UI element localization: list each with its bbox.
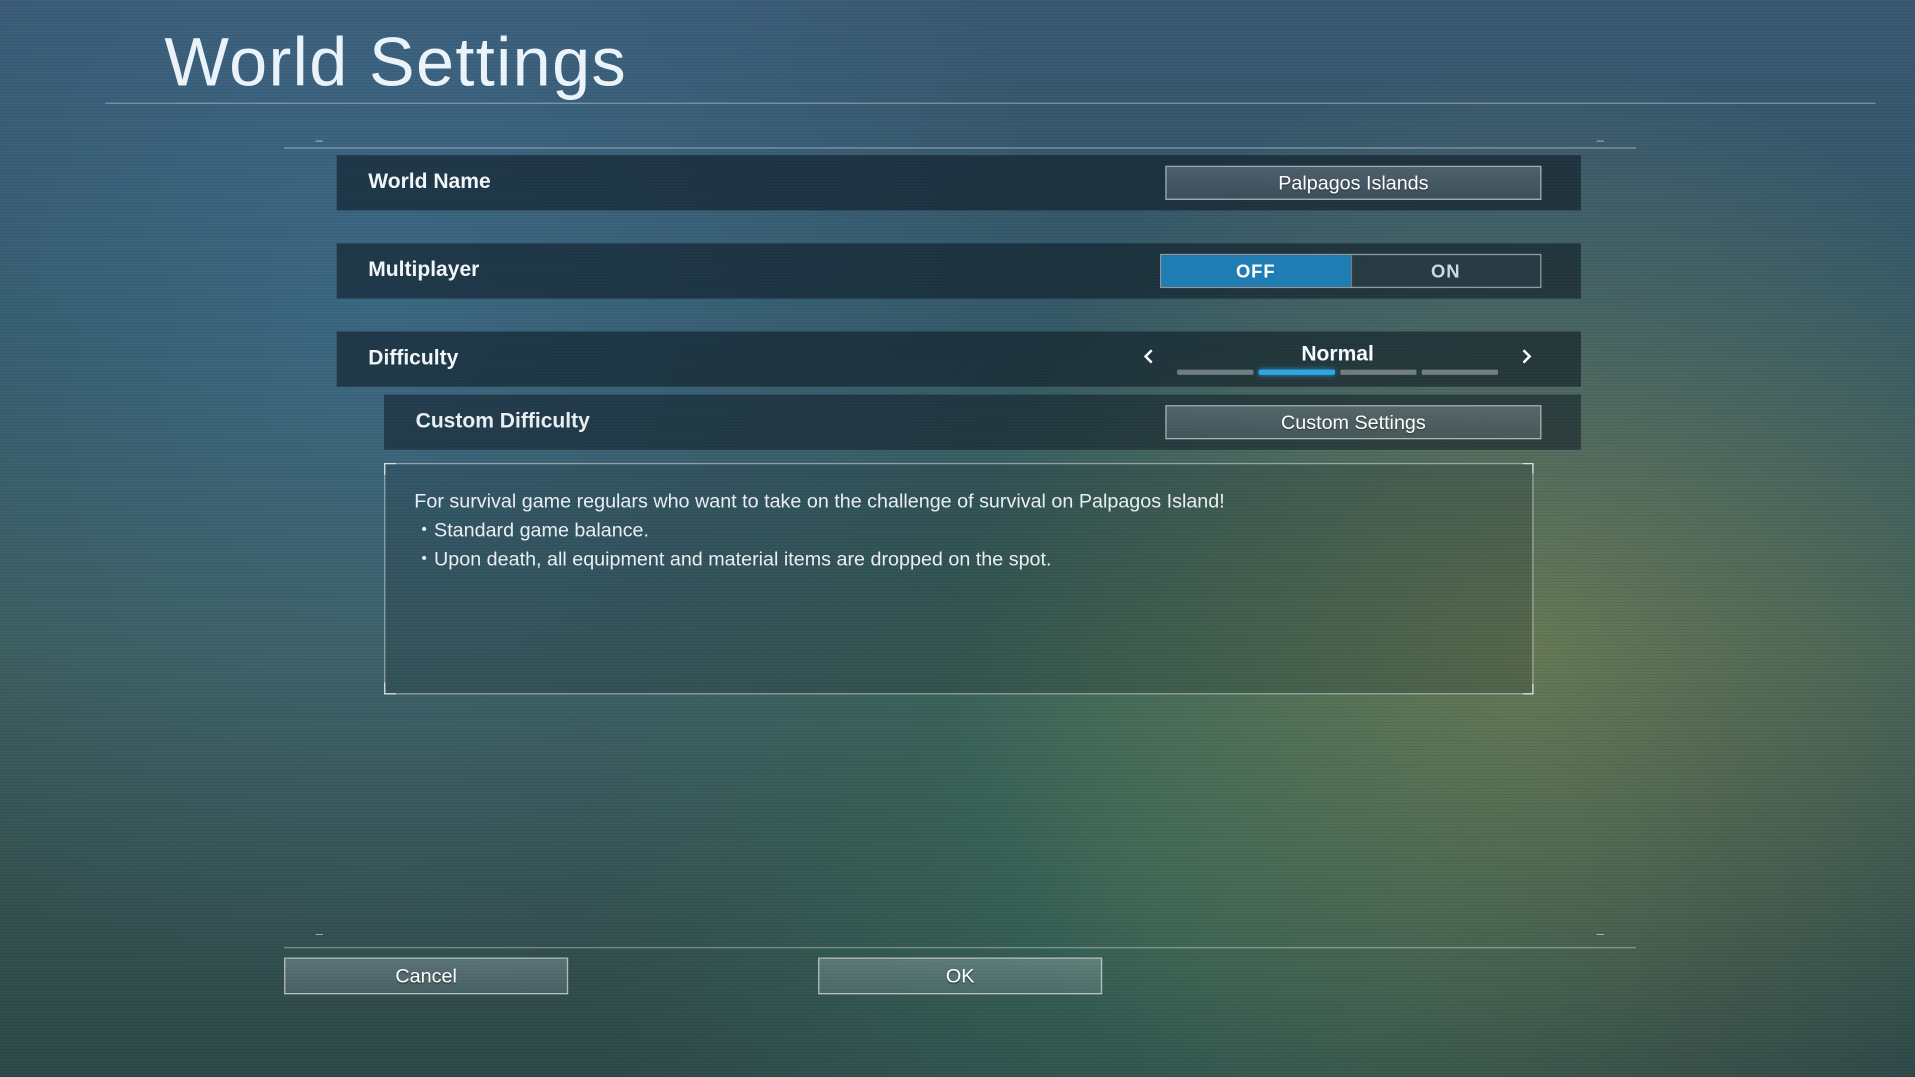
row-custom-difficulty: Custom Difficulty Custom Settings	[384, 395, 1581, 450]
difficulty-label: Difficulty	[337, 347, 459, 371]
multiplayer-off[interactable]: OFF	[1161, 255, 1350, 287]
description-line: For survival game regulars who want to t…	[414, 488, 1503, 517]
multiplayer-on[interactable]: ON	[1350, 255, 1540, 287]
frame-tick: –	[1597, 142, 1605, 150]
difficulty-segments	[1176, 370, 1500, 375]
frame-tick: –	[316, 935, 324, 943]
ok-button[interactable]: OK	[818, 958, 1102, 995]
multiplayer-label: Multiplayer	[337, 259, 480, 283]
difficulty-segment	[1177, 370, 1253, 375]
world-name-label: World Name	[337, 171, 491, 195]
frame-tick: –	[316, 142, 324, 150]
cancel-button[interactable]: Cancel	[284, 958, 568, 995]
difficulty-selector[interactable]: Normal	[1176, 343, 1500, 375]
row-multiplayer: Multiplayer OFF ON	[337, 243, 1581, 298]
title-divider	[105, 103, 1875, 104]
difficulty-next-button[interactable]	[1513, 345, 1542, 374]
footer-buttons: Cancel OK	[284, 958, 1102, 995]
difficulty-segment	[1259, 370, 1335, 375]
world-name-input[interactable]: Palpagos Islands	[1165, 166, 1541, 200]
difficulty-segment	[1422, 370, 1498, 375]
frame-top-rule	[284, 147, 1636, 148]
custom-settings-button[interactable]: Custom Settings	[1165, 405, 1541, 439]
frame-bottom-rule	[284, 947, 1636, 948]
description-line: ・Upon death, all equipment and material …	[414, 545, 1503, 574]
multiplayer-toggle[interactable]: OFF ON	[1160, 254, 1541, 288]
difficulty-prev-button[interactable]	[1134, 345, 1163, 374]
frame-tick: –	[1597, 935, 1605, 943]
chevron-left-icon	[1138, 345, 1159, 373]
row-difficulty: Difficulty Normal	[337, 331, 1581, 386]
page-title: World Settings	[164, 24, 627, 103]
row-world-name: World Name Palpagos Islands	[337, 155, 1581, 210]
description-line: ・Standard game balance.	[414, 517, 1503, 546]
difficulty-segment	[1340, 370, 1416, 375]
difficulty-description: For survival game regulars who want to t…	[384, 463, 1534, 694]
difficulty-value: Normal	[1301, 343, 1374, 367]
chevron-right-icon	[1516, 345, 1537, 373]
custom-difficulty-label: Custom Difficulty	[384, 410, 590, 434]
